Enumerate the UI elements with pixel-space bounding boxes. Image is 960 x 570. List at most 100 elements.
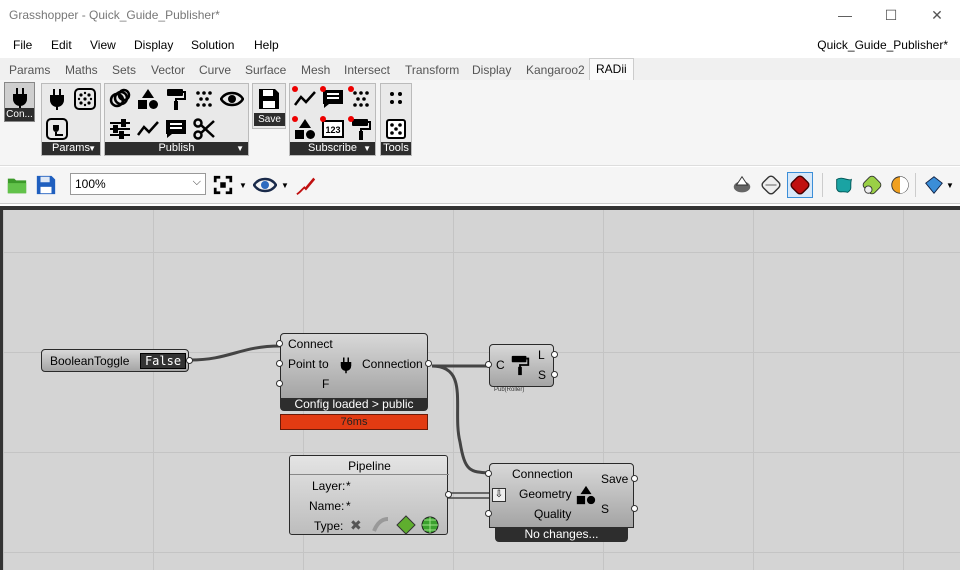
menu-display[interactable]: Display (134, 38, 173, 52)
toggle-value[interactable]: False (140, 353, 186, 369)
maximize-button[interactable]: ☐ (868, 0, 914, 30)
close-button[interactable]: ✕ (914, 0, 960, 30)
subscribe-panel-text: Subscribe (308, 142, 357, 154)
scatter-icon[interactable] (191, 86, 217, 112)
layers-icon[interactable] (107, 86, 133, 112)
layer-value[interactable]: * (346, 479, 351, 493)
panel-expand-icon[interactable]: ▼ (88, 142, 96, 155)
point-cloud-icon[interactable] (72, 86, 98, 112)
tab-display[interactable]: Display (472, 63, 511, 77)
f-input-port[interactable] (276, 380, 283, 387)
roller-l-output-port[interactable] (551, 351, 558, 358)
surface-type-icon[interactable] (396, 515, 416, 538)
subscribe-panel-label[interactable]: Subscribe ▼ (290, 142, 375, 155)
roller-node[interactable]: C L S (485, 344, 558, 387)
menu-edit[interactable]: Edit (51, 38, 72, 52)
comment-icon[interactable] (163, 116, 189, 142)
flatten-icon[interactable]: ⇩ (492, 488, 506, 502)
tab-curve[interactable]: Curve (199, 63, 231, 77)
panel-expand-icon[interactable]: ▼ (363, 142, 371, 155)
publish-panel-label[interactable]: Publish ▼ (105, 142, 248, 155)
toolbar-separator (822, 173, 823, 197)
boolean-toggle-node[interactable]: BooleanToggle False (41, 349, 193, 372)
tab-maths[interactable]: Maths (65, 63, 98, 77)
connection-input-port[interactable] (485, 470, 492, 477)
number-block-icon[interactable]: 123 (320, 116, 346, 142)
polyline-icon[interactable] (135, 116, 161, 142)
point-to-input-port[interactable] (276, 360, 283, 367)
menu-file[interactable]: File (13, 38, 32, 52)
tab-surface[interactable]: Surface (245, 63, 286, 77)
menu-help[interactable]: Help (254, 38, 279, 52)
tab-radii[interactable]: RADii (589, 58, 634, 80)
eye-icon[interactable] (219, 86, 245, 112)
roller-caption: Pub(Roller) (494, 387, 525, 393)
menu-solution[interactable]: Solution (191, 38, 234, 52)
floppy-disk-icon[interactable] (256, 86, 282, 112)
name-value[interactable]: * (346, 499, 351, 513)
tab-transform[interactable]: Transform (405, 63, 459, 77)
chevron-down-icon[interactable]: ▼ (946, 181, 954, 190)
blue-gem-icon[interactable] (921, 172, 947, 198)
component-ribbon: Con... Params ▼ Publish ▼ Save 123 Subsc… (0, 80, 960, 166)
tab-sets[interactable]: Sets (112, 63, 136, 77)
roller-s-output-port[interactable] (551, 371, 558, 378)
chevron-down-icon: ⌵ (192, 176, 201, 188)
save-label[interactable]: Save (254, 113, 285, 126)
shapes-icon[interactable] (135, 86, 161, 112)
scissors-icon[interactable] (191, 116, 217, 142)
color-sphere-icon[interactable] (887, 172, 913, 198)
selected-preview-icon[interactable] (787, 172, 813, 198)
s-output-port[interactable] (631, 505, 638, 512)
polyline-icon[interactable] (292, 86, 318, 112)
open-folder-icon[interactable] (4, 172, 30, 198)
sketch-pen-icon[interactable] (293, 172, 319, 198)
zoom-select[interactable]: 100% ⌵ (70, 173, 206, 195)
connect-input-port[interactable] (276, 340, 283, 347)
tab-mesh[interactable]: Mesh (301, 63, 330, 77)
curve-type-icon[interactable] (372, 517, 390, 536)
publisher-node[interactable]: ⇩ Connection Geometry Quality Save S (485, 463, 638, 528)
plug-cable-icon[interactable] (44, 116, 70, 142)
shaded-preview-icon[interactable] (758, 172, 784, 198)
mesh-type-icon[interactable] (421, 516, 439, 537)
wireframe-preview-icon[interactable] (729, 172, 755, 198)
green-mesh-icon[interactable] (859, 172, 885, 198)
chevron-down-icon[interactable]: ▼ (281, 181, 289, 190)
paint-roller-icon[interactable] (163, 86, 189, 112)
scatter-icon[interactable] (348, 86, 374, 112)
teal-mesh-icon[interactable] (831, 172, 857, 198)
connection-output-port[interactable] (425, 360, 432, 367)
plug-icon[interactable] (44, 86, 70, 112)
params-panel-label[interactable]: Params ▼ (42, 142, 100, 155)
shapes-icon[interactable] (292, 116, 318, 142)
selected-component-tile[interactable]: Con... (4, 82, 35, 122)
tab-intersect[interactable]: Intersect (344, 63, 390, 77)
tools-panel-label[interactable]: Tools (381, 142, 411, 155)
preview-eye-icon[interactable] (252, 172, 278, 198)
tab-kangaroo2[interactable]: Kangaroo2 (526, 63, 585, 77)
dice-icon[interactable] (383, 116, 409, 142)
save-output-port[interactable] (631, 475, 638, 482)
dots-icon[interactable] (383, 86, 409, 112)
menu-view[interactable]: View (90, 38, 116, 52)
roller-c-label: C (496, 358, 505, 372)
sliders-icon[interactable] (107, 116, 133, 142)
tab-vector[interactable]: Vector (151, 63, 185, 77)
chevron-down-icon[interactable]: ▼ (239, 181, 247, 190)
pipeline-output-port[interactable] (445, 491, 452, 498)
roller-c-input-port[interactable] (485, 361, 492, 368)
comment-icon[interactable] (320, 86, 346, 112)
tools-panel: Tools (380, 83, 412, 156)
connect-node[interactable]: Connect Point to F Connection (276, 333, 432, 399)
quality-input-port[interactable] (485, 510, 492, 517)
panel-expand-icon[interactable]: ▼ (236, 142, 244, 155)
pipeline-node[interactable]: Pipeline Layer: * Name: * Type: ✖ (289, 455, 452, 538)
zoom-extents-icon[interactable] (210, 172, 236, 198)
save-file-icon[interactable] (33, 172, 59, 198)
paint-roller-icon[interactable] (348, 116, 374, 142)
tab-params[interactable]: Params (9, 63, 50, 77)
minimize-button[interactable]: — (822, 0, 868, 30)
close-icon[interactable]: ✖ (350, 517, 362, 534)
toggle-output-port[interactable] (186, 357, 193, 364)
